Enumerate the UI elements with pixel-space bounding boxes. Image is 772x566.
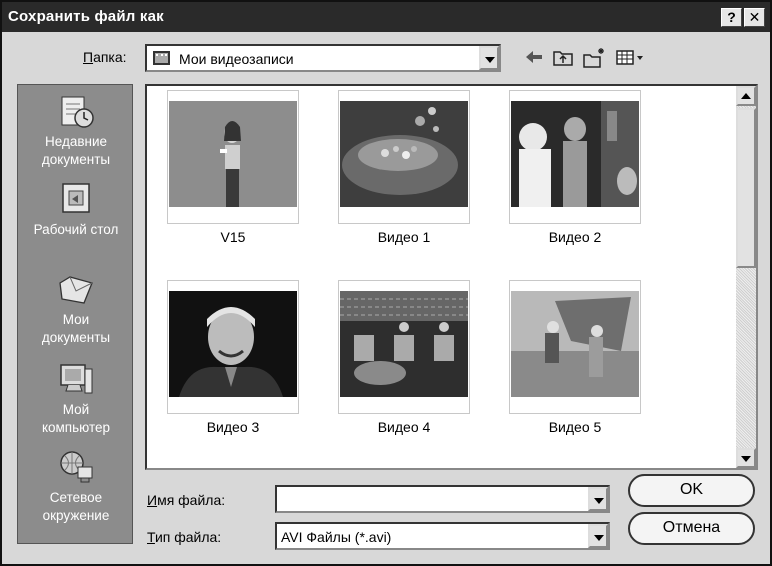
file-thumbnail[interactable] [509, 90, 641, 224]
video-thumbnail-image [340, 101, 468, 207]
new-folder-icon[interactable] [582, 47, 606, 69]
file-thumbnail[interactable] [509, 280, 641, 414]
folder-value: Мои видеозаписи [179, 51, 294, 67]
close-button[interactable]: ✕ [744, 8, 765, 27]
filetype-select[interactable]: AVI Файлы (*.avi) [275, 522, 610, 550]
vertical-scrollbar[interactable] [736, 86, 756, 468]
file-list-view[interactable]: V15 Видео 1 Видео 2 Видео 3 Видео 4 Виде… [145, 84, 758, 470]
place-label: Мои [62, 312, 90, 327]
file-thumbnail[interactable] [338, 280, 470, 414]
up-folder-icon[interactable] [551, 47, 575, 69]
place-label: документы [41, 152, 111, 167]
video-thumbnail-image [169, 101, 297, 207]
video-folder-icon [153, 51, 170, 65]
place-desktop[interactable]: Рабочий стол [18, 179, 134, 239]
file-name: V15 [220, 229, 246, 245]
folder-combo[interactable]: Мои видеозаписи [145, 44, 501, 72]
file-name: Видео 3 [206, 419, 260, 435]
place-label: Мой [62, 402, 90, 417]
recent-documents-icon [61, 96, 94, 128]
filename-input[interactable] [275, 485, 610, 513]
place-label: Сетевое [49, 490, 103, 505]
file-thumbnail[interactable] [167, 90, 299, 224]
filetype-label: Тип файла: [147, 529, 222, 545]
filetype-value: AVI Файлы (*.avi) [281, 529, 392, 545]
file-name: Видео 4 [377, 419, 431, 435]
help-button[interactable]: ? [721, 8, 742, 27]
place-network[interactable]: Сетевое окружение [18, 447, 134, 525]
place-label: Рабочий стол [33, 222, 119, 237]
file-thumbnail[interactable] [167, 280, 299, 414]
filename-dropdown-button[interactable] [588, 487, 608, 511]
scroll-down-button[interactable] [736, 448, 756, 468]
video-thumbnail-image [511, 101, 639, 207]
desktop-icon [62, 183, 90, 213]
video-thumbnail-image [340, 291, 468, 397]
my-documents-icon [59, 276, 93, 304]
place-label: Недавние [44, 134, 108, 149]
ok-button[interactable]: OK [628, 474, 755, 507]
back-icon[interactable] [522, 47, 546, 69]
dialog-title: Сохранить файл как [8, 8, 164, 25]
file-name: Видео 2 [548, 229, 602, 245]
filename-label: Имя файла: [147, 492, 226, 508]
title-bar: Сохранить файл как ? ✕ [2, 2, 770, 32]
scroll-thumb[interactable] [736, 108, 756, 268]
file-name: Видео 1 [377, 229, 431, 245]
place-my-computer[interactable]: Мой компьютер [18, 359, 134, 437]
scroll-up-button[interactable] [736, 86, 756, 106]
cancel-button[interactable]: Отмена [628, 512, 755, 545]
place-label: документы [41, 330, 111, 345]
place-recent-documents[interactable]: Недавние документы [18, 91, 134, 169]
video-thumbnail-image [511, 291, 639, 397]
place-my-documents[interactable]: Мои документы [18, 269, 134, 347]
view-menu-icon[interactable] [614, 47, 648, 69]
video-thumbnail-image [169, 291, 297, 397]
folder-dropdown-button[interactable] [479, 46, 499, 70]
filetype-dropdown-button[interactable] [588, 524, 608, 548]
network-icon [60, 451, 93, 483]
file-thumbnail[interactable] [338, 90, 470, 224]
places-bar: Недавние документы Рабочий стол Мои доку… [17, 84, 133, 544]
place-label: окружение [42, 508, 110, 523]
file-name: Видео 5 [548, 419, 602, 435]
folder-label: Папка: [83, 49, 127, 65]
my-computer-icon [60, 364, 93, 394]
place-label: компьютер [41, 420, 111, 435]
save-file-dialog: Сохранить файл как ? ✕ Папка: Мои видеоз… [0, 0, 772, 566]
